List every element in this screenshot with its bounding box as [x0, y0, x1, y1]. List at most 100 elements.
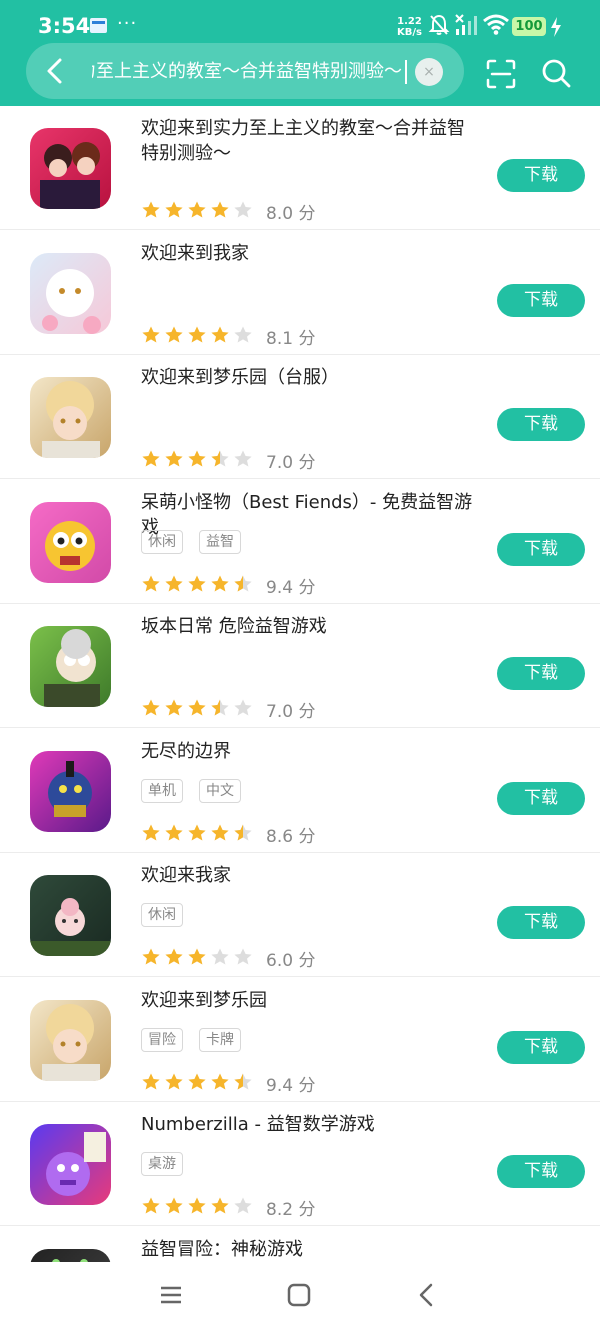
back-arrow-icon[interactable]: [40, 56, 70, 86]
rating-star-icon: [188, 575, 206, 591]
rating-star-icon: [188, 1197, 206, 1213]
menu-icon[interactable]: [156, 1280, 186, 1310]
app-tag[interactable]: 休闲: [141, 903, 183, 927]
blond-boy-icon[interactable]: [30, 1000, 111, 1081]
wifi-icon: [483, 14, 509, 35]
app-tag[interactable]: 休闲: [141, 530, 183, 554]
status-time: 3:54: [38, 14, 91, 38]
old-man-glasses-icon[interactable]: [30, 626, 111, 707]
app-list-item[interactable]: 坂本日常 危险益智游戏 7.0 分 下载: [0, 604, 600, 728]
rating-star-icon: [142, 326, 160, 342]
scan-icon[interactable]: [485, 58, 517, 90]
rating-star-icon: [211, 1197, 229, 1213]
download-button[interactable]: 下载: [497, 782, 585, 815]
rating-star-icon: [234, 1197, 252, 1213]
download-button[interactable]: 下载: [497, 1031, 585, 1064]
battery-indicator: 100: [512, 17, 546, 36]
app-list-item[interactable]: 欢迎来到梦乐园 冒险 卡牌 9.4 分 下载: [0, 978, 600, 1102]
app-rating: 8.2 分: [141, 1195, 316, 1220]
rating-star-icon: [211, 699, 229, 715]
app-tag[interactable]: 益智: [199, 530, 241, 554]
download-button[interactable]: 下载: [497, 657, 585, 690]
rating-star-icon: [142, 201, 160, 217]
app-title[interactable]: 欢迎来到梦乐园（台服）: [141, 365, 481, 390]
rating-stars: [141, 698, 256, 722]
app-rating: 8.1 分: [141, 324, 316, 349]
rating-star-icon: [211, 326, 229, 342]
app-tag[interactable]: 单机: [141, 779, 183, 803]
app-list-item[interactable]: 欢迎来我家休闲 6.0 分 下载: [0, 853, 600, 977]
rating-score: 9.4 分: [266, 1076, 316, 1096]
armored-beast-icon[interactable]: [30, 751, 111, 832]
purple-monster-icon[interactable]: [30, 1124, 111, 1205]
rating-star-icon: [188, 1073, 206, 1089]
signal-icon: [455, 14, 477, 35]
app-title[interactable]: 欢迎来到我家: [141, 241, 481, 266]
rating-score: 7.0 分: [266, 702, 316, 722]
forest-girl-icon[interactable]: [30, 875, 111, 956]
back-nav-icon[interactable]: [412, 1280, 442, 1310]
rating-star-icon: [165, 948, 183, 964]
app-tag[interactable]: 中文: [199, 779, 241, 803]
rating-score: 8.2 分: [266, 1200, 316, 1220]
app-list-item[interactable]: 欢迎来到实力至上主义的教室～合并益智特别测验～ 8.0 分 下载: [0, 106, 600, 230]
blond-boy-icon[interactable]: [30, 377, 111, 458]
download-button[interactable]: 下载: [497, 159, 585, 192]
download-button[interactable]: 下载: [497, 284, 585, 317]
download-button[interactable]: 下载: [497, 906, 585, 939]
rating-star-icon: [142, 575, 160, 591]
rating-score: 6.0 分: [266, 951, 316, 971]
clear-search-button[interactable]: ×: [415, 58, 443, 86]
app-title[interactable]: 无尽的边界: [141, 739, 481, 764]
app-title[interactable]: 坂本日常 危险益智游戏: [141, 614, 481, 639]
top-app-bar: 3:54 ··· 1.22KB/s 100 欢迎来: [0, 0, 600, 106]
app-list-item[interactable]: 呆萌小怪物（Best Fiends）- 免费益智游戏 休闲 益智 9.4 分下载: [0, 480, 600, 604]
network-speed: 1.22 KB/s: [397, 16, 422, 38]
rating-star-icon: [165, 201, 183, 217]
rating-star-icon: [211, 201, 229, 217]
anime-couple-icon[interactable]: [30, 128, 111, 209]
rating-star-icon: [165, 326, 183, 342]
rating-star-icon: [188, 201, 206, 217]
app-rating: 7.0 分: [141, 697, 316, 722]
app-title[interactable]: 欢迎来我家: [141, 863, 481, 888]
app-list-item[interactable]: 无尽的边界单机 中文 8.6 分 下载: [0, 729, 600, 853]
app-title[interactable]: 欢迎来到梦乐园: [141, 988, 481, 1013]
search-icon[interactable]: [540, 57, 572, 89]
rating-star-icon: [188, 948, 206, 964]
app-tag[interactable]: 冒险: [141, 1028, 183, 1052]
app-list-item[interactable]: Numberzilla - 益智数学游戏 桌游 8.2 分 下载: [0, 1102, 600, 1226]
rating-stars: [141, 200, 256, 224]
home-icon[interactable]: [284, 1280, 314, 1310]
app-title[interactable]: 益智冒险：神秘游戏: [141, 1237, 481, 1262]
search-input[interactable]: 欢迎来到实力至上主义的教室～合并益智特别测验～: [92, 58, 402, 86]
yellow-bug-icon[interactable]: [30, 502, 111, 583]
rating-star-icon: [234, 699, 252, 715]
app-list-item[interactable]: 欢迎来到我家 8.1 分 下载: [0, 231, 600, 355]
rating-stars: [141, 449, 256, 473]
download-button[interactable]: 下载: [497, 408, 585, 441]
app-list-item[interactable]: 欢迎来到梦乐园（台服） 7.0 分 下载: [0, 355, 600, 479]
bell-muted-icon: [428, 14, 450, 35]
app-rating: 8.6 分: [141, 822, 315, 847]
system-navigation-bar: [0, 1262, 600, 1333]
app-title[interactable]: 欢迎来到实力至上主义的教室～合并益智特别测验～: [141, 116, 481, 166]
rating-stars: [141, 574, 256, 598]
rating-star-icon: [211, 575, 229, 591]
rating-star-icon: [234, 1073, 252, 1089]
app-tags: 桌游: [141, 1152, 199, 1176]
text-cursor: [405, 60, 407, 84]
rating-score: 8.1 分: [266, 329, 316, 349]
white-cat-girl-icon[interactable]: [30, 253, 111, 334]
download-button[interactable]: 下载: [497, 1155, 585, 1188]
rating-score: 7.0 分: [266, 453, 316, 473]
rating-star-icon: [142, 948, 160, 964]
app-tag[interactable]: 卡牌: [199, 1028, 241, 1052]
rating-star-icon: [234, 824, 252, 840]
app-tag[interactable]: 桌游: [141, 1152, 183, 1176]
rating-star-icon: [188, 824, 206, 840]
charging-icon: [551, 17, 561, 37]
app-title[interactable]: Numberzilla - 益智数学游戏: [141, 1112, 481, 1137]
rating-star-icon: [165, 699, 183, 715]
download-button[interactable]: 下载: [497, 533, 585, 566]
